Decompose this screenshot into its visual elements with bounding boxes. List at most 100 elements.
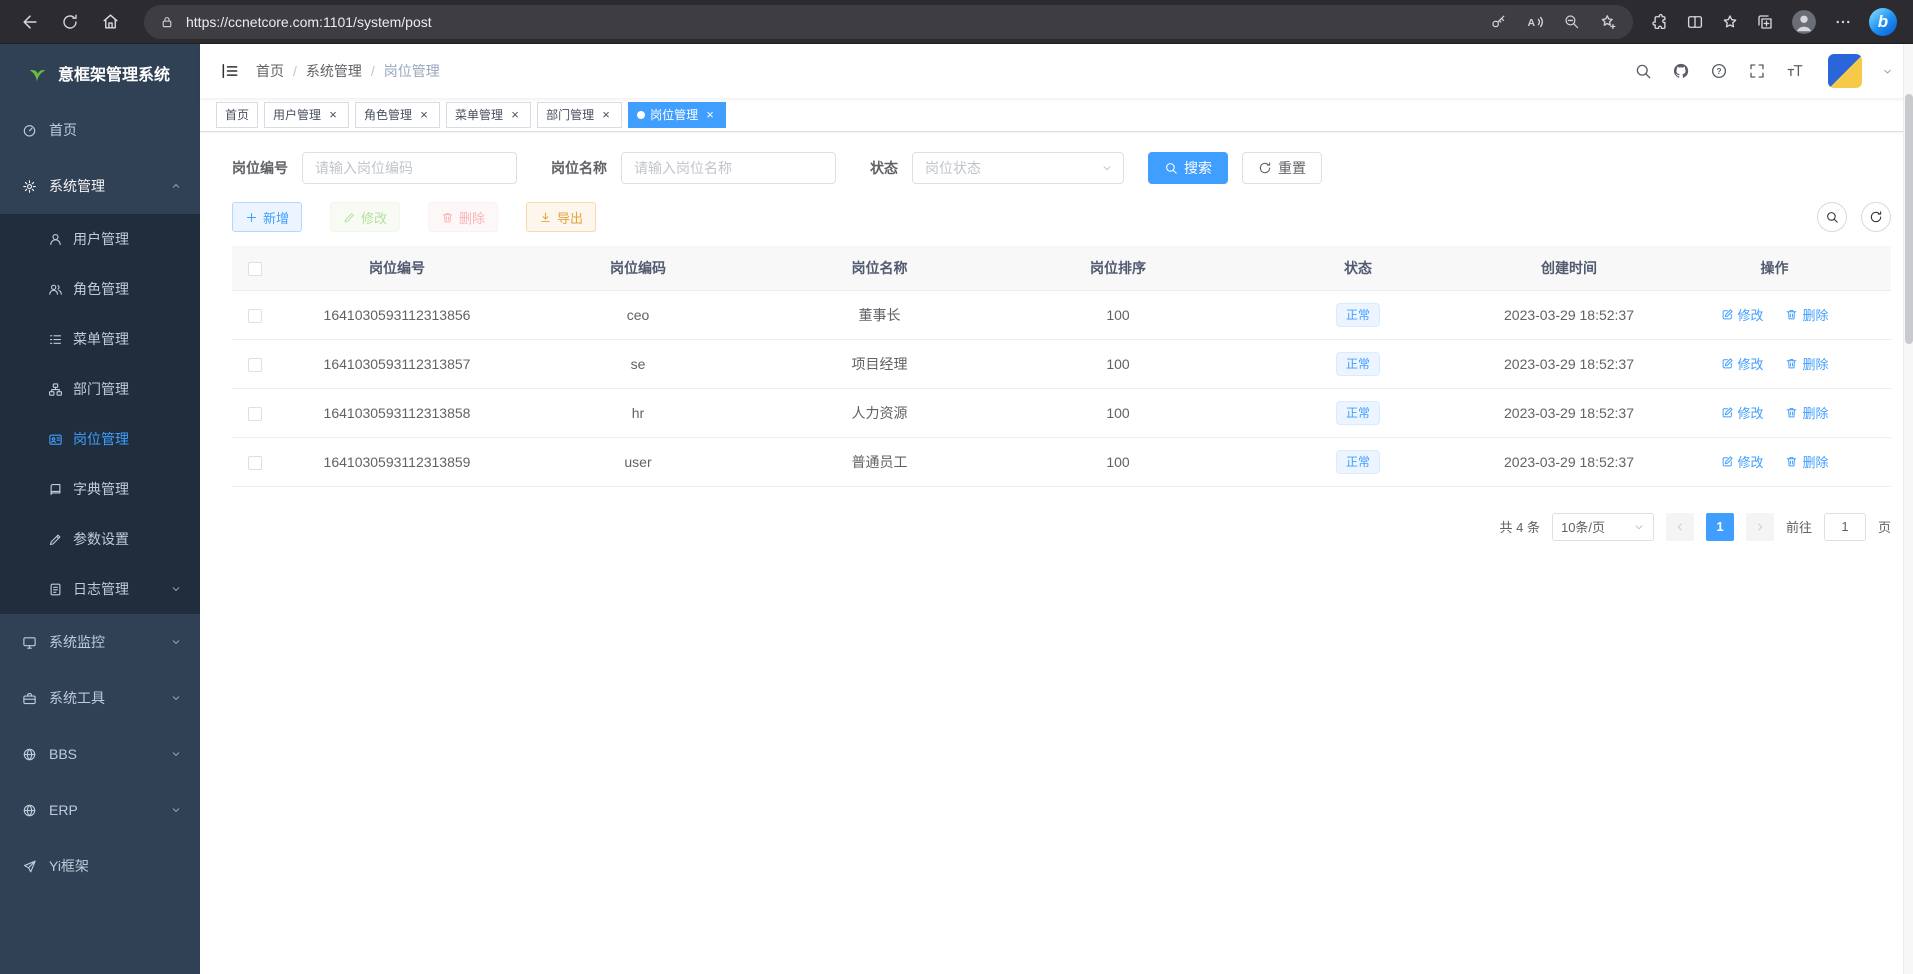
reset-button[interactable]: 重置: [1242, 152, 1322, 184]
close-icon[interactable]: ×: [417, 108, 431, 122]
favorites-star-icon[interactable]: [1721, 13, 1739, 31]
cell-created: 2023-03-29 18:52:37: [1480, 437, 1658, 486]
sidebar-item-dictionary-management[interactable]: 字典管理: [0, 464, 200, 514]
close-icon[interactable]: ×: [703, 108, 717, 122]
delete-button[interactable]: 删除: [428, 202, 498, 232]
row-edit-button[interactable]: 修改: [1721, 354, 1764, 373]
row-checkbox[interactable]: [248, 407, 262, 421]
sidebar-item-yi-framework[interactable]: Yi框架: [0, 838, 200, 894]
browser-refresh-button[interactable]: [54, 6, 86, 38]
sidebar-item-system-monitor[interactable]: 系统监控: [0, 614, 200, 670]
close-icon[interactable]: ×: [508, 108, 522, 122]
search-icon[interactable]: [1634, 62, 1652, 80]
zoom-out-icon[interactable]: [1563, 13, 1580, 30]
toggle-search-button[interactable]: [1817, 202, 1847, 232]
cell-post-code: se: [517, 339, 759, 388]
sidebar-item-erp[interactable]: ERP: [0, 782, 200, 838]
font-size-icon[interactable]: [1786, 62, 1804, 80]
edit-button[interactable]: 修改: [330, 202, 400, 232]
prev-page-button[interactable]: [1666, 513, 1694, 541]
github-icon[interactable]: [1672, 62, 1690, 80]
sidebar-item-home[interactable]: 首页: [0, 102, 200, 158]
page-number-button[interactable]: 1: [1706, 513, 1734, 541]
scrollbar-thumb[interactable]: [1905, 94, 1913, 344]
close-icon[interactable]: ×: [599, 108, 613, 122]
sidebar-item-system-management[interactable]: 系统管理: [0, 158, 200, 214]
status-badge: 正常: [1336, 450, 1380, 474]
row-delete-button[interactable]: 删除: [1785, 305, 1828, 324]
page-scrollbar[interactable]: [1903, 44, 1913, 974]
row-delete-button[interactable]: 删除: [1785, 403, 1828, 422]
row-delete-button[interactable]: 删除: [1785, 354, 1828, 373]
sidebar-item-label: BBS: [49, 746, 77, 762]
extensions-puzzle-icon[interactable]: [1651, 13, 1669, 31]
url-text[interactable]: https://ccnetcore.com:1101/system/post: [186, 14, 1478, 30]
read-aloud-icon[interactable]: A: [1526, 13, 1544, 31]
row-edit-button[interactable]: 修改: [1721, 452, 1764, 471]
table-row: 1641030593112313857 se 项目经理 100 正常 2023-…: [232, 339, 1891, 388]
page-size-select[interactable]: 10条/页: [1552, 513, 1654, 541]
row-delete-button[interactable]: 删除: [1785, 452, 1828, 471]
svg-text:?: ?: [1716, 67, 1721, 76]
user-avatar[interactable]: [1828, 54, 1862, 88]
tab-department-management[interactable]: 部门管理×: [537, 102, 622, 128]
status-badge: 正常: [1336, 303, 1380, 327]
trash-icon: [1785, 357, 1798, 370]
site-lock-icon[interactable]: [160, 15, 174, 29]
address-bar[interactable]: https://ccnetcore.com:1101/system/post A: [144, 5, 1633, 39]
app-logo: 意框架管理系统: [0, 44, 200, 102]
tab-home[interactable]: 首页: [216, 102, 258, 128]
search-button[interactable]: 搜索: [1148, 152, 1228, 184]
sidebar-item-parameter-settings[interactable]: 参数设置: [0, 514, 200, 564]
tab-user-management[interactable]: 用户管理×: [264, 102, 349, 128]
plus-icon: [245, 211, 258, 224]
row-edit-button[interactable]: 修改: [1721, 403, 1764, 422]
status-select[interactable]: 岗位状态: [912, 152, 1124, 184]
tab-role-management[interactable]: 角色管理×: [355, 102, 440, 128]
browser-home-button[interactable]: [94, 6, 126, 38]
sidebar-item-system-tools[interactable]: 系统工具: [0, 670, 200, 726]
row-checkbox[interactable]: [248, 309, 262, 323]
breadcrumb-home[interactable]: 首页: [256, 61, 284, 81]
row-checkbox[interactable]: [248, 358, 262, 372]
sidebar-item-bbs[interactable]: BBS: [0, 726, 200, 782]
browser-back-button[interactable]: [14, 6, 46, 38]
export-button[interactable]: 导出: [526, 202, 596, 232]
tab-post-management[interactable]: 岗位管理×: [628, 102, 726, 128]
row-edit-button[interactable]: 修改: [1721, 305, 1764, 324]
add-favorite-star-icon[interactable]: [1599, 13, 1617, 31]
bing-copilot-icon[interactable]: b: [1869, 8, 1897, 36]
tab-menu-management[interactable]: 菜单管理×: [446, 102, 531, 128]
password-key-icon[interactable]: [1490, 13, 1507, 30]
sidebar-item-log-management[interactable]: 日志管理: [0, 564, 200, 614]
collections-icon[interactable]: [1756, 13, 1774, 31]
add-button[interactable]: 新增: [232, 202, 302, 232]
browser-profile-avatar[interactable]: [1791, 9, 1817, 35]
cell-post-sort: 100: [1000, 388, 1236, 437]
refresh-table-button[interactable]: [1861, 202, 1891, 232]
sidebar-item-role-management[interactable]: 角色管理: [0, 264, 200, 314]
split-screen-icon[interactable]: [1686, 13, 1704, 31]
sidebar-fold-icon[interactable]: [220, 61, 240, 81]
help-question-icon[interactable]: ?: [1710, 62, 1728, 80]
sidebar-item-label: 日志管理: [73, 579, 129, 599]
row-checkbox[interactable]: [248, 456, 262, 470]
sidebar-item-user-management[interactable]: 用户管理: [0, 214, 200, 264]
cell-post-code: ceo: [517, 290, 759, 339]
sidebar-item-label: 系统管理: [49, 176, 105, 196]
goto-page-input[interactable]: [1824, 513, 1866, 541]
close-icon[interactable]: ×: [326, 108, 340, 122]
avatar-caret-down-icon[interactable]: [1882, 66, 1893, 77]
chevron-down-icon: [170, 748, 182, 760]
sidebar-item-department-management[interactable]: 部门管理: [0, 364, 200, 414]
sidebar-item-post-management[interactable]: 岗位管理: [0, 414, 200, 464]
breadcrumb-separator: /: [293, 63, 297, 79]
browser-menu-ellipsis-icon[interactable]: [1834, 13, 1852, 31]
breadcrumb-system[interactable]: 系统管理: [306, 61, 362, 81]
fullscreen-icon[interactable]: [1748, 62, 1766, 80]
post-name-input[interactable]: [621, 152, 836, 184]
select-all-checkbox[interactable]: [248, 262, 262, 276]
post-code-input[interactable]: [302, 152, 517, 184]
sidebar-item-menu-management[interactable]: 菜单管理: [0, 314, 200, 364]
next-page-button[interactable]: [1746, 513, 1774, 541]
